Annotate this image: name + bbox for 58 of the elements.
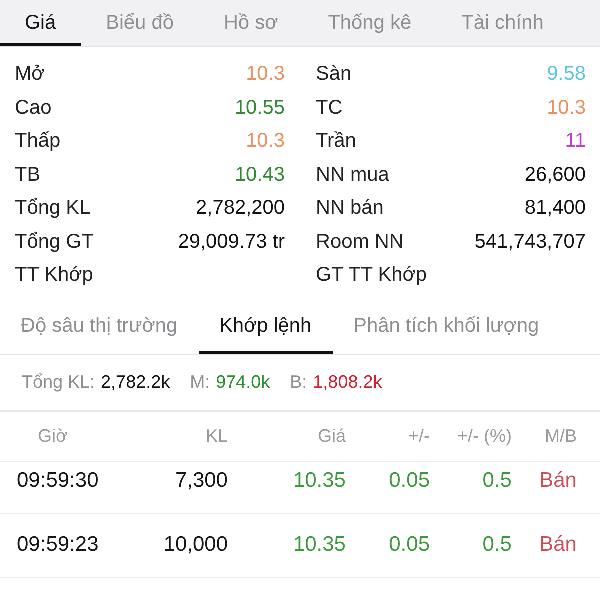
sub-tab[interactable]: Phân tích khối lượng: [332, 300, 560, 354]
change-cell: 0.05: [389, 469, 430, 493]
stat-value: 541,743,707: [474, 230, 586, 254]
tab[interactable]: Biểu đồ: [81, 0, 199, 46]
side-cell: Bán: [540, 469, 577, 493]
stat-label: Cao: [15, 96, 52, 120]
column-header: KL: [206, 426, 228, 446]
tab[interactable]: Thống kê: [303, 0, 437, 46]
stat-value: 9.58: [547, 63, 586, 86]
sub-tab[interactable]: Khớp lệnh: [198, 300, 333, 354]
stat-value: 10.3: [547, 96, 586, 120]
summary-label: M:: [190, 372, 210, 392]
price-cell: 10.35: [293, 533, 346, 557]
column-header: +/- (%): [457, 426, 512, 446]
stat-label: Trần: [316, 130, 356, 154]
stat-value: 29,009.73 tr: [178, 230, 285, 254]
stat-label: Thấp: [15, 130, 61, 154]
summary-value: 2,782.2k: [101, 372, 170, 392]
stat-label: Tổng KL: [15, 197, 91, 220]
stat-value: 10.3: [246, 130, 285, 154]
summary-value: 1,808.2k: [313, 372, 382, 392]
stat-label: Mở: [15, 63, 45, 86]
stat-label: Sàn: [316, 63, 352, 86]
stat-label: TC: [316, 96, 343, 120]
stat-value: 81,400: [524, 197, 586, 220]
sub-tab[interactable]: Độ sâu thị trường: [0, 300, 199, 354]
tab[interactable]: Hồ sơ: [198, 0, 304, 46]
stat-value: 10.55: [234, 96, 285, 120]
stat-label: GT TT Khớp: [316, 264, 427, 288]
side-cell: Bán: [540, 533, 577, 557]
stat-label: NN mua: [316, 164, 390, 187]
stat-label: Tổng GT: [15, 230, 94, 254]
summary-label: Tổng KL:: [22, 372, 96, 392]
tab[interactable]: Tài chính: [436, 0, 569, 46]
stat-value: 2,782,200: [196, 197, 285, 220]
column-header: M/B: [544, 426, 577, 446]
stat-value: 10.43: [234, 164, 285, 187]
price-cell: 10.35: [293, 469, 346, 493]
summary-value: 974.0k: [216, 372, 270, 392]
tab[interactable]: Giá: [0, 0, 82, 46]
volume-cell: 10,000: [164, 533, 228, 557]
column-header: +/-: [408, 426, 430, 446]
column-header: Giá: [318, 426, 346, 446]
time-cell: 09:59:23: [17, 533, 99, 557]
stat-label: NN bán: [316, 197, 384, 220]
volume-cell: 7,300: [175, 469, 228, 493]
time-cell: 09:59:30: [17, 469, 99, 493]
stat-label: TT Khớp: [15, 264, 94, 288]
stat-label: TB: [15, 164, 41, 187]
stat-value: 26,600: [524, 164, 586, 187]
column-header: Giờ: [37, 426, 68, 446]
stat-label: Room NN: [316, 230, 404, 254]
change-cell: 0.05: [389, 533, 430, 557]
stat-value: 11: [565, 130, 586, 154]
change-percent-cell: 0.5: [482, 469, 512, 493]
change-percent-cell: 0.5: [482, 533, 512, 557]
summary-label: B:: [290, 372, 308, 392]
stat-value: 10.3: [246, 63, 285, 86]
